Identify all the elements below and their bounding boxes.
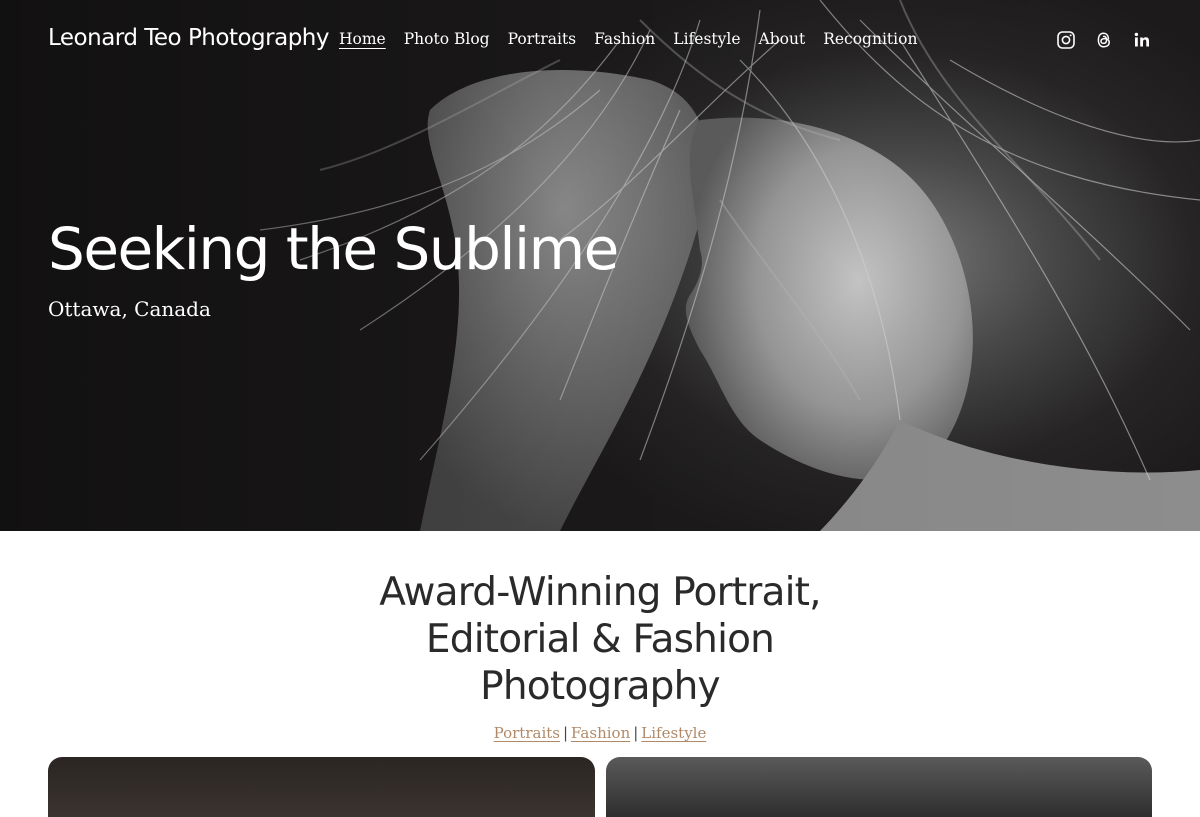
category-links: Portraits | Fashion | Lifestyle — [300, 724, 900, 742]
nav-lifestyle[interactable]: Lifestyle — [673, 30, 740, 48]
site-header: Leonard Teo Photography Home Photo Blog … — [0, 0, 1200, 80]
intro-heading-line: Photography — [480, 664, 721, 709]
nav-fashion[interactable]: Fashion — [594, 30, 655, 48]
link-separator: | — [633, 724, 639, 742]
nav-photo-blog[interactable]: Photo Blog — [404, 30, 490, 48]
hero-section: Leonard Teo Photography Home Photo Blog … — [0, 0, 1200, 531]
intro-heading-line: Editorial & Fashion — [425, 617, 775, 662]
link-lifestyle[interactable]: Lifestyle — [641, 724, 706, 742]
hero-title: Seeking the Sublime — [48, 215, 619, 283]
linkedin-icon[interactable] — [1132, 30, 1152, 50]
gallery-image[interactable] — [48, 757, 595, 817]
link-portraits[interactable]: Portraits — [494, 724, 560, 742]
intro-section: Award-Winning Portrait, Editorial & Fash… — [0, 531, 1200, 817]
main-nav: Home Photo Blog Portraits Fashion Lifest… — [339, 30, 935, 48]
link-fashion[interactable]: Fashion — [571, 724, 630, 742]
site-title[interactable]: Leonard Teo Photography — [48, 25, 330, 51]
nav-recognition[interactable]: Recognition — [823, 30, 917, 48]
nav-home[interactable]: Home — [339, 30, 386, 48]
link-separator: | — [562, 724, 569, 742]
threads-icon[interactable] — [1094, 30, 1114, 50]
hero-subtitle: Ottawa, Canada — [48, 297, 211, 321]
nav-portraits[interactable]: Portraits — [508, 30, 577, 48]
intro-heading: Award-Winning Portrait, Editorial & Fash… — [300, 569, 900, 710]
social-links — [1056, 30, 1152, 50]
nav-about[interactable]: About — [759, 30, 806, 48]
instagram-icon[interactable] — [1056, 30, 1076, 50]
intro-heading-line: Award-Winning Portrait, — [379, 570, 821, 615]
gallery-image[interactable] — [606, 757, 1152, 817]
